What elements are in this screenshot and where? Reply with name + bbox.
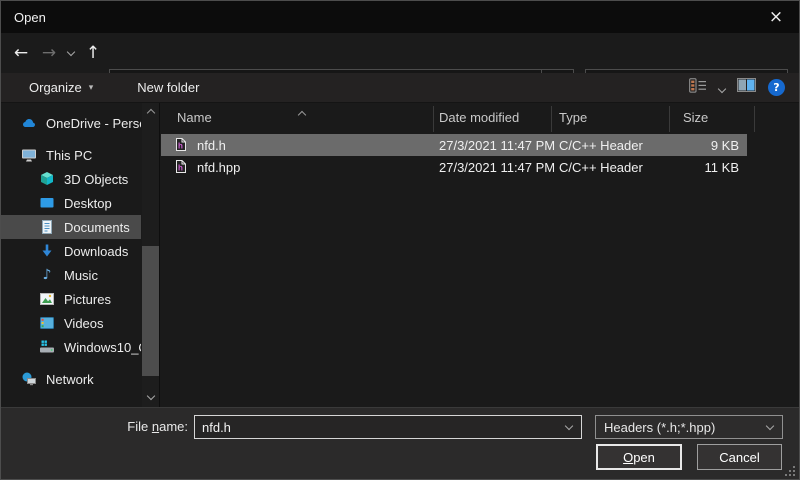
- file-type-value: Headers (*.h;*.hpp): [596, 420, 758, 435]
- file-type: C/C++ Header: [559, 138, 643, 153]
- sidebar-item-label: OneDrive - Persor: [46, 116, 141, 131]
- sidebar-item-this-pc[interactable]: This PC: [1, 143, 141, 167]
- back-icon[interactable]: ←: [7, 43, 35, 63]
- file-name-dropdown-icon[interactable]: [557, 426, 581, 429]
- sidebar-item-label: This PC: [46, 148, 92, 163]
- file-name: nfd.hpp: [197, 160, 240, 175]
- file-name-label: File name:: [61, 419, 188, 434]
- sidebar-item-onedrive[interactable]: OneDrive - Persor: [1, 111, 141, 135]
- sidebar-item-3d-objects[interactable]: 3D Objects: [1, 167, 141, 191]
- file-type-combobox[interactable]: Headers (*.h;*.hpp): [595, 415, 783, 439]
- scrollbar-thumb[interactable]: [142, 246, 159, 376]
- help-icon[interactable]: ?: [768, 79, 785, 96]
- window-title: Open: [1, 10, 46, 25]
- sidebar-item-label: Desktop: [64, 196, 112, 211]
- forward-icon[interactable]: →: [35, 43, 63, 63]
- footer-panel: File name: Headers (*.h;*.hpp) Open Canc…: [1, 407, 799, 480]
- organize-button[interactable]: Organize ▾: [29, 80, 93, 95]
- downloads-icon: [39, 243, 55, 259]
- scroll-up-icon[interactable]: [142, 105, 159, 121]
- sort-ascending-icon: [299, 106, 305, 121]
- scroll-down-icon[interactable]: [142, 389, 159, 405]
- open-button[interactable]: Open: [596, 444, 682, 470]
- desktop-icon: [39, 195, 55, 211]
- chevron-down-icon: ▾: [89, 83, 94, 93]
- sidebar-scrollbar[interactable]: [142, 103, 159, 407]
- file-size: 11 KB: [639, 160, 739, 175]
- file-name: nfd.h: [197, 138, 226, 153]
- sidebar-item-downloads[interactable]: Downloads: [1, 239, 141, 263]
- file-type-dropdown-icon[interactable]: [758, 426, 782, 429]
- command-toolbar: Organize ▾ New folder ?: [1, 73, 799, 103]
- cancel-button[interactable]: Cancel: [697, 444, 782, 470]
- network-icon: [21, 371, 37, 387]
- column-headers: Name Date modified Type Size: [161, 103, 798, 134]
- new-folder-button[interactable]: New folder: [137, 80, 199, 95]
- navigation-bar: ← → ↑ « GitHub › nativefiledialog › src …: [1, 33, 799, 73]
- close-icon[interactable]: ×: [753, 1, 799, 33]
- windows-drive-icon: [39, 339, 55, 355]
- svg-text:h: h: [178, 142, 183, 151]
- 3d-objects-icon: [39, 171, 55, 187]
- views-dropdown-icon[interactable]: [719, 79, 725, 97]
- file-list: h nfd.h 27/3/2021 11:47 PM C/C++ Header …: [161, 134, 761, 178]
- music-icon: ♪: [39, 267, 55, 283]
- file-type: C/C++ Header: [559, 160, 643, 175]
- file-row-nfd-hpp[interactable]: h nfd.hpp 27/3/2021 11:47 PM C/C++ Heade…: [161, 156, 747, 178]
- sidebar-item-pictures[interactable]: Pictures: [1, 287, 141, 311]
- file-name-combobox: [194, 415, 582, 439]
- this-pc-icon: [21, 147, 37, 163]
- details-view-icon[interactable]: [689, 78, 707, 98]
- sidebar-item-documents[interactable]: Documents: [1, 215, 141, 239]
- sidebar-item-windows-drive[interactable]: Windows10_OS (: [1, 335, 141, 359]
- sidebar-item-network[interactable]: Network: [1, 367, 141, 391]
- title-bar: Open ×: [1, 1, 799, 33]
- videos-icon: [39, 315, 55, 331]
- onedrive-icon: [21, 115, 37, 131]
- sidebar-item-label: Documents: [64, 220, 130, 235]
- nav-buttons: ← → ↑: [7, 33, 107, 73]
- column-header-type[interactable]: Type: [559, 110, 587, 125]
- documents-icon: [39, 219, 55, 235]
- open-dialog-window: Open × ← → ↑ « GitHub › nativefiledialog…: [0, 0, 800, 480]
- svg-text:h: h: [178, 164, 183, 173]
- column-header-date-modified[interactable]: Date modified: [439, 110, 519, 125]
- sidebar-item-label: 3D Objects: [64, 172, 128, 187]
- sidebar-item-label: Music: [64, 268, 98, 283]
- pane-divider: [159, 103, 160, 407]
- header-file-icon: h: [175, 137, 187, 155]
- sidebar-item-videos[interactable]: Videos: [1, 311, 141, 335]
- resize-grip-icon[interactable]: [793, 474, 795, 476]
- recent-locations-icon[interactable]: [63, 52, 79, 55]
- sidebar-item-music[interactable]: ♪ Music: [1, 263, 141, 287]
- pictures-icon: [39, 291, 55, 307]
- file-row-nfd-h[interactable]: h nfd.h 27/3/2021 11:47 PM C/C++ Header …: [161, 134, 747, 156]
- column-header-size[interactable]: Size: [683, 110, 708, 125]
- file-date-modified: 27/3/2021 11:47 PM: [439, 160, 555, 175]
- preview-pane-icon[interactable]: [737, 78, 756, 97]
- file-date-modified: 27/3/2021 11:47 PM: [439, 138, 555, 153]
- sidebar-item-label: Downloads: [64, 244, 128, 259]
- sidebar-item-label: Pictures: [64, 292, 111, 307]
- sidebar-item-label: Videos: [64, 316, 104, 331]
- sidebar-item-label: Windows10_OS (: [64, 340, 141, 355]
- file-size: 9 KB: [639, 138, 739, 153]
- sidebar-item-label: Network: [46, 372, 94, 387]
- navigation-pane: OneDrive - Persor This PC 3D Objects Des…: [1, 103, 141, 407]
- up-icon[interactable]: ↑: [79, 43, 107, 63]
- file-name-input[interactable]: [195, 420, 557, 435]
- header-file-icon: h: [175, 159, 187, 177]
- sidebar-item-desktop[interactable]: Desktop: [1, 191, 141, 215]
- column-header-name[interactable]: Name: [177, 110, 212, 125]
